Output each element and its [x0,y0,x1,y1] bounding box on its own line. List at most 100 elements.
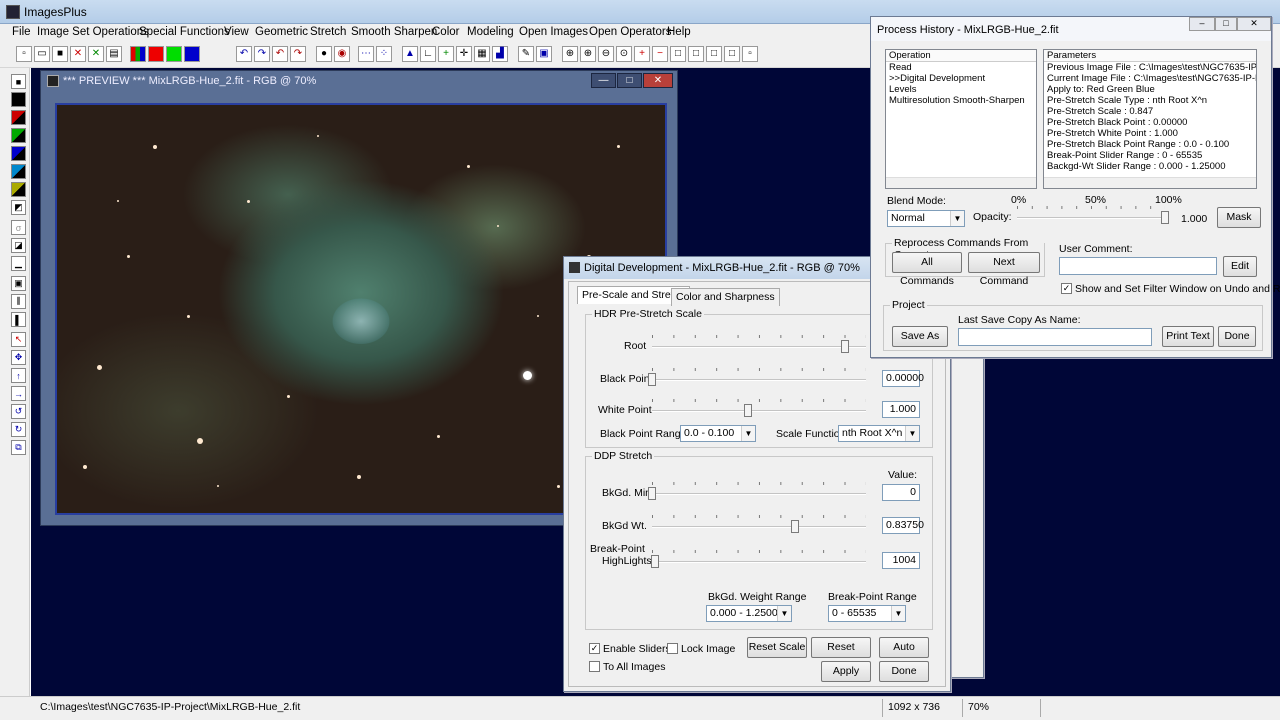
dots-icon[interactable]: ⋯ [358,46,374,62]
menu-help[interactable]: Help [667,26,691,38]
frame-4-icon[interactable]: □ [724,46,740,62]
scale-function-select[interactable]: nth Root X^n ▼ [838,425,920,442]
breakpoint-value[interactable]: 1004 [882,552,920,569]
ph-maximize-button[interactable]: □ [1215,17,1237,31]
opacity-slider[interactable] [1017,206,1169,224]
print-text-button[interactable]: Print Text [1162,326,1214,347]
tool-copy-icon[interactable]: ⧉ [11,440,26,455]
reset-scale-button[interactable]: Reset Scale [747,637,807,658]
frame-3-icon[interactable]: □ [706,46,722,62]
black-point-range-select[interactable]: 0.0 - 0.100 ▼ [680,425,756,442]
lock-image-checkbox[interactable] [667,643,678,654]
parameters-list[interactable]: Parameters Previous Image File : C:\Imag… [1043,49,1257,189]
menu-special-functions[interactable]: Special Functions [139,26,230,38]
dd-done-button[interactable]: Done [879,661,929,682]
redo-all-icon[interactable]: ↷ [290,46,306,62]
cross-cursor-icon[interactable]: ✛ [456,46,472,62]
tool-gradient-icon[interactable]: ◪ [11,238,26,253]
menu-open-operators[interactable]: Open Operators [589,26,671,38]
redo-icon[interactable]: ↷ [254,46,270,62]
operation-list[interactable]: Operation Read >>Digital Development Lev… [885,49,1037,189]
curves-icon[interactable]: ∟ [420,46,436,62]
tool-black-icon[interactable] [11,92,26,107]
tool-select-icon[interactable]: ▣ [11,276,26,291]
preview-close-button[interactable]: ✕ [643,73,673,88]
frame-2-icon[interactable]: □ [688,46,704,62]
menu-geometric[interactable]: Geometric [255,26,308,38]
ph-minimize-button[interactable]: – [1189,17,1215,31]
tool-rotate-icon[interactable]: ↺ [11,404,26,419]
grid-dots-icon[interactable]: ⁘ [376,46,392,62]
zoom-actual-icon[interactable]: ⊙ [616,46,632,62]
tool-flip-icon[interactable]: ↻ [11,422,26,437]
tool-cyan-icon[interactable] [11,164,26,179]
mask-point-icon[interactable]: ● [316,46,332,62]
white-point-slider[interactable] [652,399,866,417]
operation-item[interactable]: Levels [886,84,1036,95]
operation-item[interactable]: Read [886,62,1036,73]
tool-pointer-icon[interactable]: ↖ [11,332,26,347]
white-point-value[interactable]: 1.000 [882,401,920,418]
reset-stretch-button[interactable]: Reset Stretch [811,637,871,672]
histogram-icon[interactable]: ▲ [402,46,418,62]
process-history-dialog[interactable]: Process History - MixLRGB-Hue_2.fit – □ … [870,16,1280,358]
bkgd-wt-value[interactable]: 0.83750 [882,517,924,534]
menu-color[interactable]: Color [432,26,459,38]
auto-button[interactable]: Auto [879,637,929,658]
to-all-images-checkbox[interactable] [589,661,600,672]
mask-button[interactable]: Mask [1217,207,1261,228]
bkgd-wt-slider[interactable] [652,515,866,533]
close-image-icon[interactable]: ✕ [70,46,86,62]
tool-blue-icon[interactable] [11,146,26,161]
save-as-button[interactable]: Save As [892,326,948,347]
menu-smooth-sharpen[interactable]: Smooth Sharpen [351,26,437,38]
green-channel-icon[interactable] [166,46,182,62]
blend-mode-select[interactable]: Normal ▼ [887,210,965,227]
tab-color-sharpness[interactable]: Color and Sharpness [671,288,780,306]
operation-item[interactable]: Multiresolution Smooth-Sharpen [886,95,1036,106]
menu-modeling[interactable]: Modeling [467,26,514,38]
tool-yellow-icon[interactable] [11,182,26,197]
frame-1-icon[interactable]: □ [670,46,686,62]
frame-5-icon[interactable]: ▫ [742,46,758,62]
zoom-in-icon[interactable]: ⊕ [580,46,596,62]
zoom-out-icon[interactable]: ⊖ [598,46,614,62]
zoom-fit-icon[interactable]: ⊕ [562,46,578,62]
save-small-icon[interactable]: ■ [11,74,26,89]
show-filter-checkbox[interactable]: ✓ [1061,283,1072,294]
tool-arrow-right-icon[interactable]: → [11,386,26,401]
root-slider[interactable] [652,335,866,353]
tool-green-icon[interactable] [11,128,26,143]
tool-arrow-up-icon[interactable]: ↑ [11,368,26,383]
pencil-icon[interactable]: ✎ [518,46,534,62]
preview-minimize-button[interactable]: — [591,73,616,88]
operation-item[interactable]: >>Digital Development [886,73,1036,84]
print-icon[interactable]: ▤ [106,46,122,62]
tool-red-icon[interactable] [11,110,26,125]
black-point-value[interactable]: 0.00000 [882,370,924,387]
open-folder-icon[interactable]: ▭ [34,46,50,62]
chart-icon[interactable]: ▟ [492,46,508,62]
breakpoint-slider[interactable] [651,550,866,568]
red-channel-icon[interactable] [148,46,164,62]
tool-contrast-icon[interactable]: ▌ [11,312,26,327]
edit-button[interactable]: Edit [1223,256,1257,277]
last-save-name-field[interactable] [958,328,1152,346]
menu-open-images[interactable]: Open Images [519,26,588,38]
ph-close-button[interactable]: ✕ [1237,17,1271,31]
bkgd-min-value[interactable]: 0 [882,484,920,501]
menu-file[interactable]: File [12,26,31,38]
undo-icon[interactable]: ↶ [236,46,252,62]
tool-levels-icon[interactable]: ▁ [11,256,26,271]
grid-icon[interactable]: ▦ [474,46,490,62]
user-comment-field[interactable] [1059,257,1217,275]
bkgd-min-slider[interactable] [648,482,866,500]
all-commands-button[interactable]: All Commands [892,252,962,287]
menu-view[interactable]: View [224,26,249,38]
rgb-channels-icon[interactable] [130,46,146,62]
parameters-hscrollbar[interactable] [1044,177,1256,188]
apply-button[interactable]: Apply [821,661,871,682]
ph-done-button[interactable]: Done [1218,326,1256,347]
close-all-icon[interactable]: ✕ [88,46,104,62]
tool-grey-icon[interactable]: ◩ [11,200,26,215]
